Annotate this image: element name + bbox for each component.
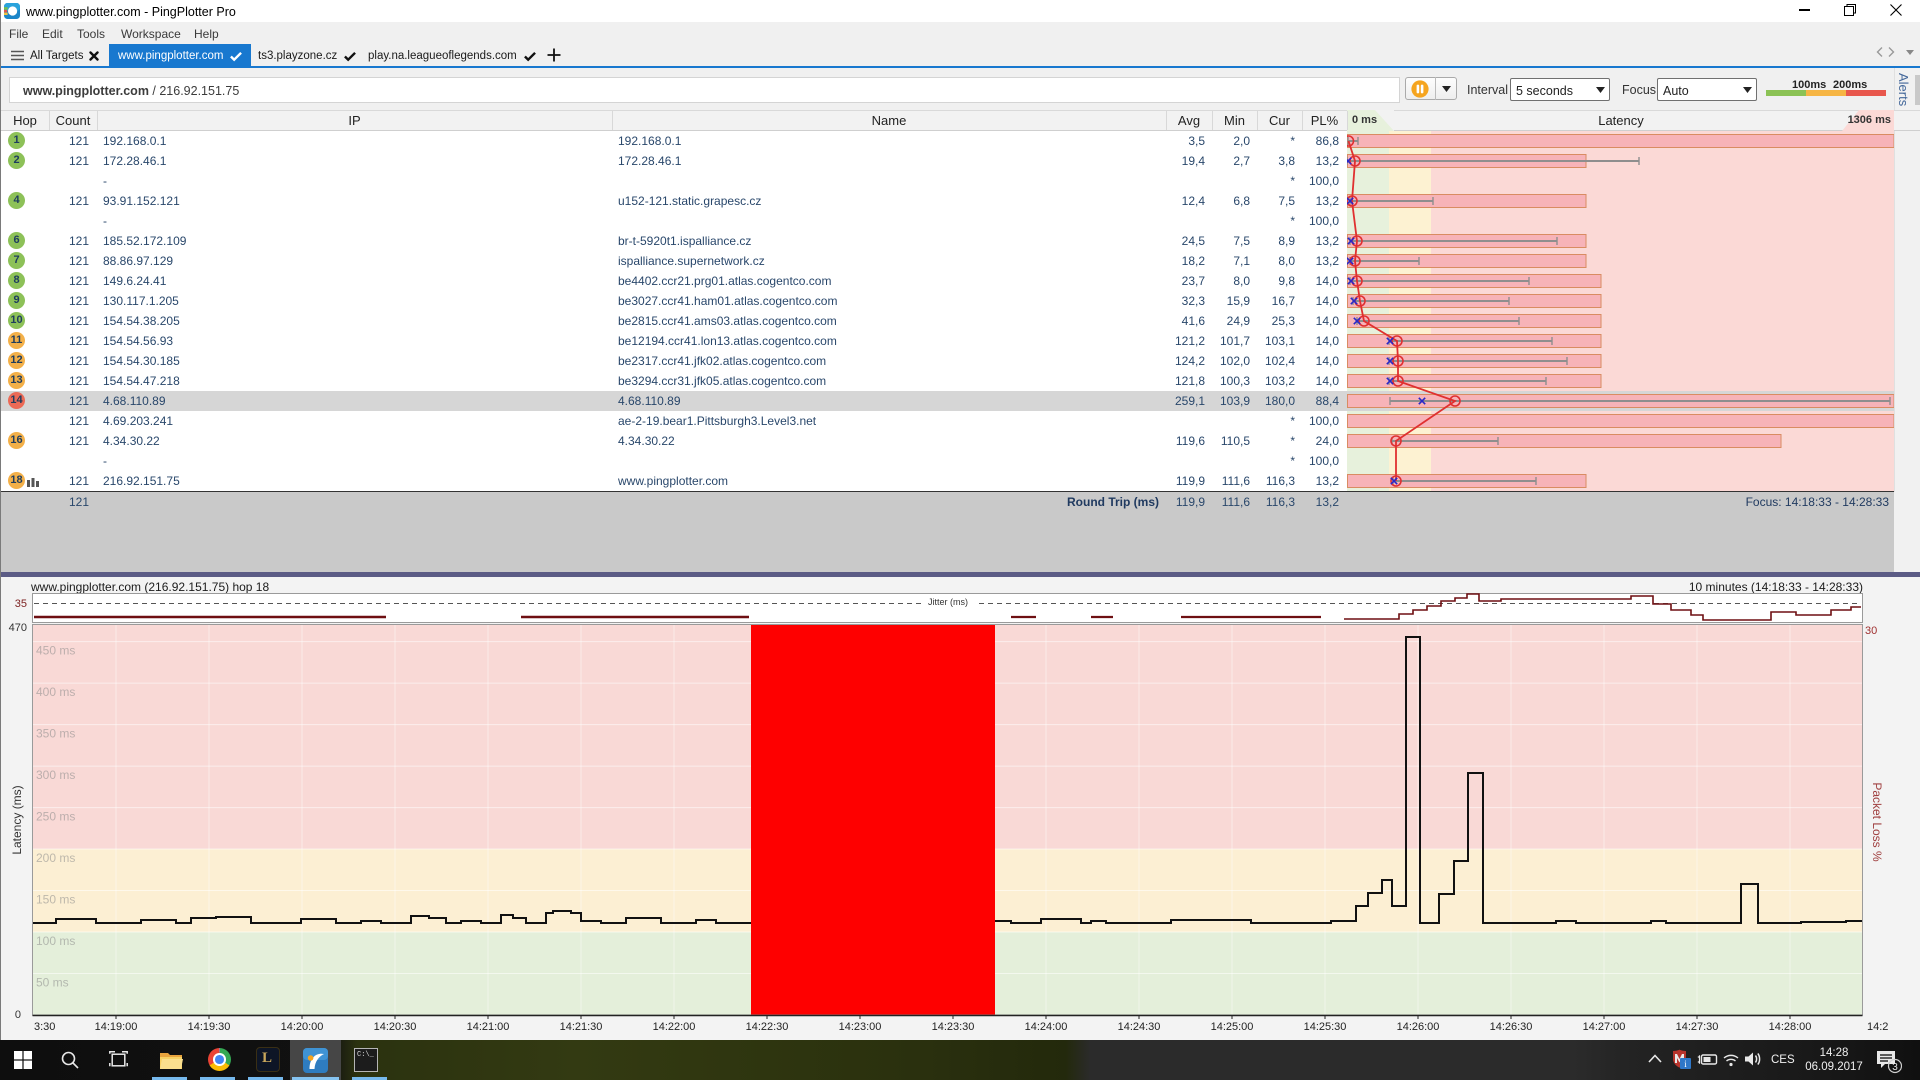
svg-text:3:30: 3:30: [34, 1021, 55, 1033]
svg-text:14:22:30: 14:22:30: [746, 1021, 789, 1033]
svg-text:14:21:30: 14:21:30: [560, 1021, 603, 1033]
svg-text:14:27:30: 14:27:30: [1676, 1021, 1719, 1033]
svg-text:14:23:30: 14:23:30: [932, 1021, 975, 1033]
svg-text:30: 30: [1865, 625, 1877, 637]
svg-text:50 ms: 50 ms: [36, 976, 69, 990]
svg-text:14:2: 14:2: [1867, 1021, 1888, 1033]
svg-text:14:19:30: 14:19:30: [188, 1021, 231, 1033]
svg-text:14:19:00: 14:19:00: [95, 1021, 138, 1033]
svg-text:14:20:00: 14:20:00: [281, 1021, 324, 1033]
svg-text:14:25:30: 14:25:30: [1304, 1021, 1347, 1033]
svg-text:14:27:00: 14:27:00: [1583, 1021, 1626, 1033]
svg-text:0: 0: [15, 1009, 21, 1021]
svg-text:14:22:00: 14:22:00: [653, 1021, 696, 1033]
svg-text:3: 3: [1892, 1062, 1898, 1073]
svg-text:Jitter (ms): Jitter (ms): [928, 597, 968, 607]
svg-text:Latency (ms): Latency (ms): [10, 785, 24, 854]
svg-text:14:26:30: 14:26:30: [1490, 1021, 1533, 1033]
svg-text:250 ms: 250 ms: [36, 810, 75, 824]
svg-text:350 ms: 350 ms: [36, 727, 75, 741]
svg-text:470: 470: [9, 622, 27, 634]
svg-text:14:25:00: 14:25:00: [1211, 1021, 1254, 1033]
svg-text:300 ms: 300 ms: [36, 768, 75, 782]
svg-text:14:21:00: 14:21:00: [467, 1021, 510, 1033]
svg-text:35: 35: [15, 598, 27, 610]
svg-text:14:23:00: 14:23:00: [839, 1021, 882, 1033]
svg-text:200 ms: 200 ms: [36, 851, 75, 865]
svg-text:14:20:30: 14:20:30: [374, 1021, 417, 1033]
svg-text:100 ms: 100 ms: [36, 934, 75, 948]
svg-text:14:24:00: 14:24:00: [1025, 1021, 1068, 1033]
svg-text:150 ms: 150 ms: [36, 893, 75, 907]
svg-text:Packet Loss %: Packet Loss %: [1870, 782, 1884, 862]
svg-text:450 ms: 450 ms: [36, 644, 75, 658]
svg-text:14:28:00: 14:28:00: [1769, 1021, 1812, 1033]
svg-text:400 ms: 400 ms: [36, 685, 75, 699]
svg-text:14:26:00: 14:26:00: [1397, 1021, 1440, 1033]
svg-text:14:24:30: 14:24:30: [1118, 1021, 1161, 1033]
